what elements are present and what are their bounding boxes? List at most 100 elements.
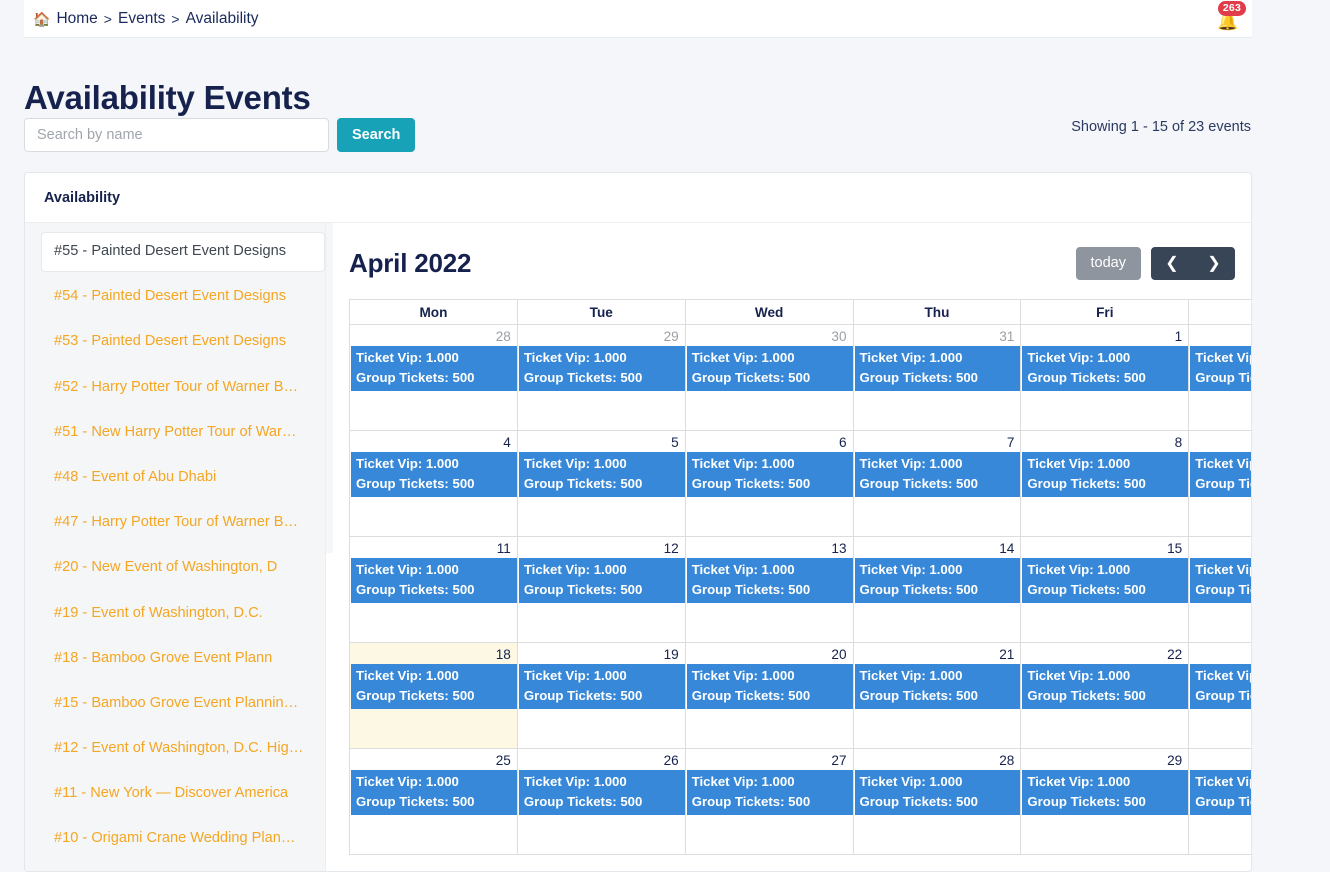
calendar-event[interactable]: Ticket Vip: 1.000 Group Tickets: 500: [351, 558, 521, 604]
calendar-day-cell[interactable]: 14 Ticket Vip: 1.000 Group Tickets: 500: [852, 536, 1025, 643]
event-ticket-vip-line: Ticket Vip: 1.000: [859, 562, 963, 577]
event-list-item[interactable]: #19 - Event of Washington, D.C.: [41, 594, 325, 634]
event-list-item[interactable]: #18 - Bamboo Grove Event Plann: [41, 639, 325, 679]
calendar-event[interactable]: Ticket Vip: 1.000 Group Tickets: 500: [518, 664, 689, 710]
sidebar-scrollbar[interactable]: [325, 223, 333, 871]
calendar-event[interactable]: Ticket Vip: 1.000 Group Tickets: 500: [1022, 558, 1193, 604]
calendar-day-cell[interactable]: 23Ticket Vip: 1.000 Group Tickets: 500: [1188, 642, 1251, 749]
event-list-item[interactable]: #20 - New Event of Washington, D: [41, 548, 325, 588]
event-ticket-vip-line: Ticket Vip: 1.000: [691, 774, 795, 789]
calendar-event[interactable]: Ticket Vip: 1.000 Group Tickets: 500: [1022, 664, 1193, 710]
calendar-event[interactable]: Ticket Vip: 1.000 Group Tickets: 500: [686, 346, 857, 392]
calendar-event[interactable]: Ticket Vip: 1.000 Group Tickets: 500: [686, 664, 857, 710]
calendar-day-cell[interactable]: 29 Ticket Vip: 1.000 Group Tickets: 500: [1020, 748, 1193, 855]
calendar-event[interactable]: Ticket Vip: 1.000 Group Tickets: 500: [351, 346, 521, 392]
calendar-event[interactable]: Ticket Vip: 1.000 Group Tickets: 500: [854, 452, 1025, 498]
event-list-item[interactable]: #47 - Harry Potter Tour of Warner B…: [41, 503, 325, 543]
calendar-day-cell[interactable]: 19 Ticket Vip: 1.000 Group Tickets: 500: [516, 642, 689, 749]
calendar-event[interactable]: Ticket Vip: 1.000 Group Tickets: 500: [518, 770, 689, 816]
breadcrumb-link-home[interactable]: Home: [56, 10, 97, 28]
calendar-event[interactable]: Ticket Vip: 1.000 Group Tickets: 500: [518, 346, 689, 392]
event-ticket-vip-line: Ticket Vip: 1.000: [523, 774, 627, 789]
calendar-event[interactable]: Ticket Vip: 1.000 Group Tickets: 500: [686, 452, 857, 498]
calendar-event[interactable]: Ticket Vip: 1.000 Group Tickets: 500: [854, 346, 1025, 392]
calendar-weeks: 28 Ticket Vip: 1.000 Group Tickets: 500 29…: [349, 324, 1251, 855]
calendar-day-cell[interactable]: 2Ticket Vip: 1.000 Group Tickets: 500: [1188, 324, 1251, 431]
event-list-item[interactable]: #10 - Origami Crane Wedding Plan…: [41, 819, 325, 859]
calendar-event[interactable]: Ticket Vip: 1.000 Group Tickets: 500: [1190, 770, 1251, 816]
calendar-day-cell[interactable]: 29 Ticket Vip: 1.000 Group Tickets: 500: [516, 324, 689, 431]
calendar-day-cell[interactable]: 25 Ticket Vip: 1.000 Group Tickets: 500: [349, 748, 521, 855]
next-month-button[interactable]: ❯: [1193, 246, 1235, 280]
calendar-event[interactable]: Ticket Vip: 1.000 Group Tickets: 500: [1022, 346, 1193, 392]
calendar-day-cell[interactable]: 13 Ticket Vip: 1.000 Group Tickets: 500: [684, 536, 857, 643]
event-list-item[interactable]: #51 - New Harry Potter Tour of War…: [41, 413, 325, 453]
calendar-event[interactable]: Ticket Vip: 1.000 Group Tickets: 500: [518, 558, 689, 604]
calendar-day-cell[interactable]: 5 Ticket Vip: 1.000 Group Tickets: 500: [516, 430, 689, 537]
calendar-day-cell[interactable]: 16Ticket Vip: 1.000 Group Tickets: 500: [1188, 536, 1251, 643]
calendar-day-number: 25: [495, 753, 511, 768]
event-ticket-vip-line: Ticket Vip: 1.000: [356, 350, 459, 365]
calendar-day-cell[interactable]: 8 Ticket Vip: 1.000 Group Tickets: 500: [1020, 430, 1193, 537]
calendar-day-number: 20: [831, 647, 847, 662]
calendar-day-cell[interactable]: 28 Ticket Vip: 1.000 Group Tickets: 500: [349, 324, 521, 431]
breadcrumb-link-events[interactable]: Events: [118, 10, 165, 28]
calendar-day-cell[interactable]: 6 Ticket Vip: 1.000 Group Tickets: 500: [684, 430, 857, 537]
search-input[interactable]: [24, 118, 329, 152]
event-list-item[interactable]: #48 - Event of Abu Dhabi: [41, 458, 325, 498]
prev-month-button[interactable]: ❮: [1151, 246, 1193, 280]
notification-count-badge: 263: [1217, 0, 1246, 17]
calendar-day-number: 8: [1174, 435, 1183, 450]
calendar-day-cell[interactable]: 27 Ticket Vip: 1.000 Group Tickets: 500: [684, 748, 857, 855]
calendar-day-cell[interactable]: 22 Ticket Vip: 1.000 Group Tickets: 500: [1020, 642, 1193, 749]
event-group-tickets-line: Group Tickets: 500: [1027, 688, 1146, 704]
calendar-day-cell[interactable]: 9Ticket Vip: 1.000 Group Tickets: 500: [1188, 430, 1251, 537]
event-list-item[interactable]: #9 - Northern Lights Event Planners: [41, 865, 325, 871]
calendar-event[interactable]: Ticket Vip: 1.000 Group Tickets: 500: [351, 452, 521, 498]
calendar-event[interactable]: Ticket Vip: 1.000 Group Tickets: 500: [1022, 770, 1193, 816]
calendar-day-cell[interactable]: 26 Ticket Vip: 1.000 Group Tickets: 500: [516, 748, 689, 855]
calendar-day-cell[interactable]: 7 Ticket Vip: 1.000 Group Tickets: 500: [852, 430, 1025, 537]
search-button[interactable]: Search: [337, 118, 416, 152]
today-button[interactable]: today: [1075, 246, 1141, 280]
calendar-event[interactable]: Ticket Vip: 1.000 Group Tickets: 500: [1190, 558, 1251, 604]
calendar-week-row: 11 Ticket Vip: 1.000 Group Tickets: 500 12…: [349, 536, 1251, 643]
calendar-event[interactable]: Ticket Vip: 1.000 Group Tickets: 500: [518, 452, 689, 498]
calendar-day-cell[interactable]: 11 Ticket Vip: 1.000 Group Tickets: 500: [349, 536, 521, 643]
calendar-day-cell[interactable]: 18 Ticket Vip: 1.000 Group Tickets: 500: [349, 642, 521, 749]
event-list-item[interactable]: #15 - Bamboo Grove Event Plannin…: [41, 684, 325, 724]
calendar-day-cell[interactable]: 21 Ticket Vip: 1.000 Group Tickets: 500: [852, 642, 1025, 749]
event-list-item[interactable]: #54 - Painted Desert Event Designs: [41, 277, 325, 317]
calendar-event[interactable]: Ticket Vip: 1.000 Group Tickets: 500: [854, 558, 1025, 604]
calendar-event[interactable]: Ticket Vip: 1.000 Group Tickets: 500: [686, 770, 857, 816]
calendar-day-number: 28: [495, 329, 511, 344]
calendar-day-cell[interactable]: 4 Ticket Vip: 1.000 Group Tickets: 500: [349, 430, 521, 537]
event-list-item[interactable]: #11 - New York — Discover America: [41, 774, 325, 814]
notifications-button[interactable]: 🔔 263: [1204, 0, 1252, 38]
calendar-day-cell[interactable]: 1 Ticket Vip: 1.000 Group Tickets: 500: [1020, 324, 1193, 431]
calendar-day-cell[interactable]: 31 Ticket Vip: 1.000 Group Tickets: 500: [852, 324, 1025, 431]
event-list-item[interactable]: #52 - Harry Potter Tour of Warner B…: [41, 368, 325, 408]
event-list-item[interactable]: #55 - Painted Desert Event Designs: [41, 232, 325, 272]
calendar-event[interactable]: Ticket Vip: 1.000 Group Tickets: 500: [854, 770, 1025, 816]
event-list-item[interactable]: #53 - Painted Desert Event Designs: [41, 322, 325, 362]
event-list-item[interactable]: #12 - Event of Washington, D.C. Hig…: [41, 729, 325, 769]
calendar-nav-buttons: today ❮ ❯: [1075, 246, 1235, 280]
calendar-event[interactable]: Ticket Vip: 1.000 Group Tickets: 500: [351, 770, 521, 816]
calendar-day-cell[interactable]: 15 Ticket Vip: 1.000 Group Tickets: 500: [1020, 536, 1193, 643]
calendar-day-cell[interactable]: 20 Ticket Vip: 1.000 Group Tickets: 500: [684, 642, 857, 749]
calendar-day-cell[interactable]: 12 Ticket Vip: 1.000 Group Tickets: 500: [516, 536, 689, 643]
calendar-event[interactable]: Ticket Vip: 1.000 Group Tickets: 500: [351, 664, 521, 710]
calendar-event[interactable]: Ticket Vip: 1.000 Group Tickets: 500: [854, 664, 1025, 710]
calendar-day-cell[interactable]: 28 Ticket Vip: 1.000 Group Tickets: 500: [852, 748, 1025, 855]
calendar-day-cell[interactable]: 30Ticket Vip: 1.000 Group Tickets: 500: [1188, 748, 1251, 855]
event-group-tickets-line: Group Tickets: 500: [1195, 476, 1251, 492]
calendar-event[interactable]: Ticket Vip: 1.000 Group Tickets: 500: [686, 558, 857, 604]
sidebar-scrollbar-thumb[interactable]: [326, 223, 333, 553]
calendar-event[interactable]: Ticket Vip: 1.000 Group Tickets: 500: [1190, 346, 1251, 392]
calendar-event[interactable]: Ticket Vip: 1.000 Group Tickets: 500: [1190, 452, 1251, 498]
calendar-day-cell[interactable]: 30Ticket Vip: 1.000 Group Tickets: 500: [684, 324, 857, 431]
calendar-event[interactable]: Ticket Vip: 1.000 Group Tickets: 500: [1022, 452, 1193, 498]
calendar-event[interactable]: Ticket Vip: 1.000 Group Tickets: 500: [1190, 664, 1251, 710]
event-group-tickets-line: Group Tickets: 500: [859, 794, 979, 810]
